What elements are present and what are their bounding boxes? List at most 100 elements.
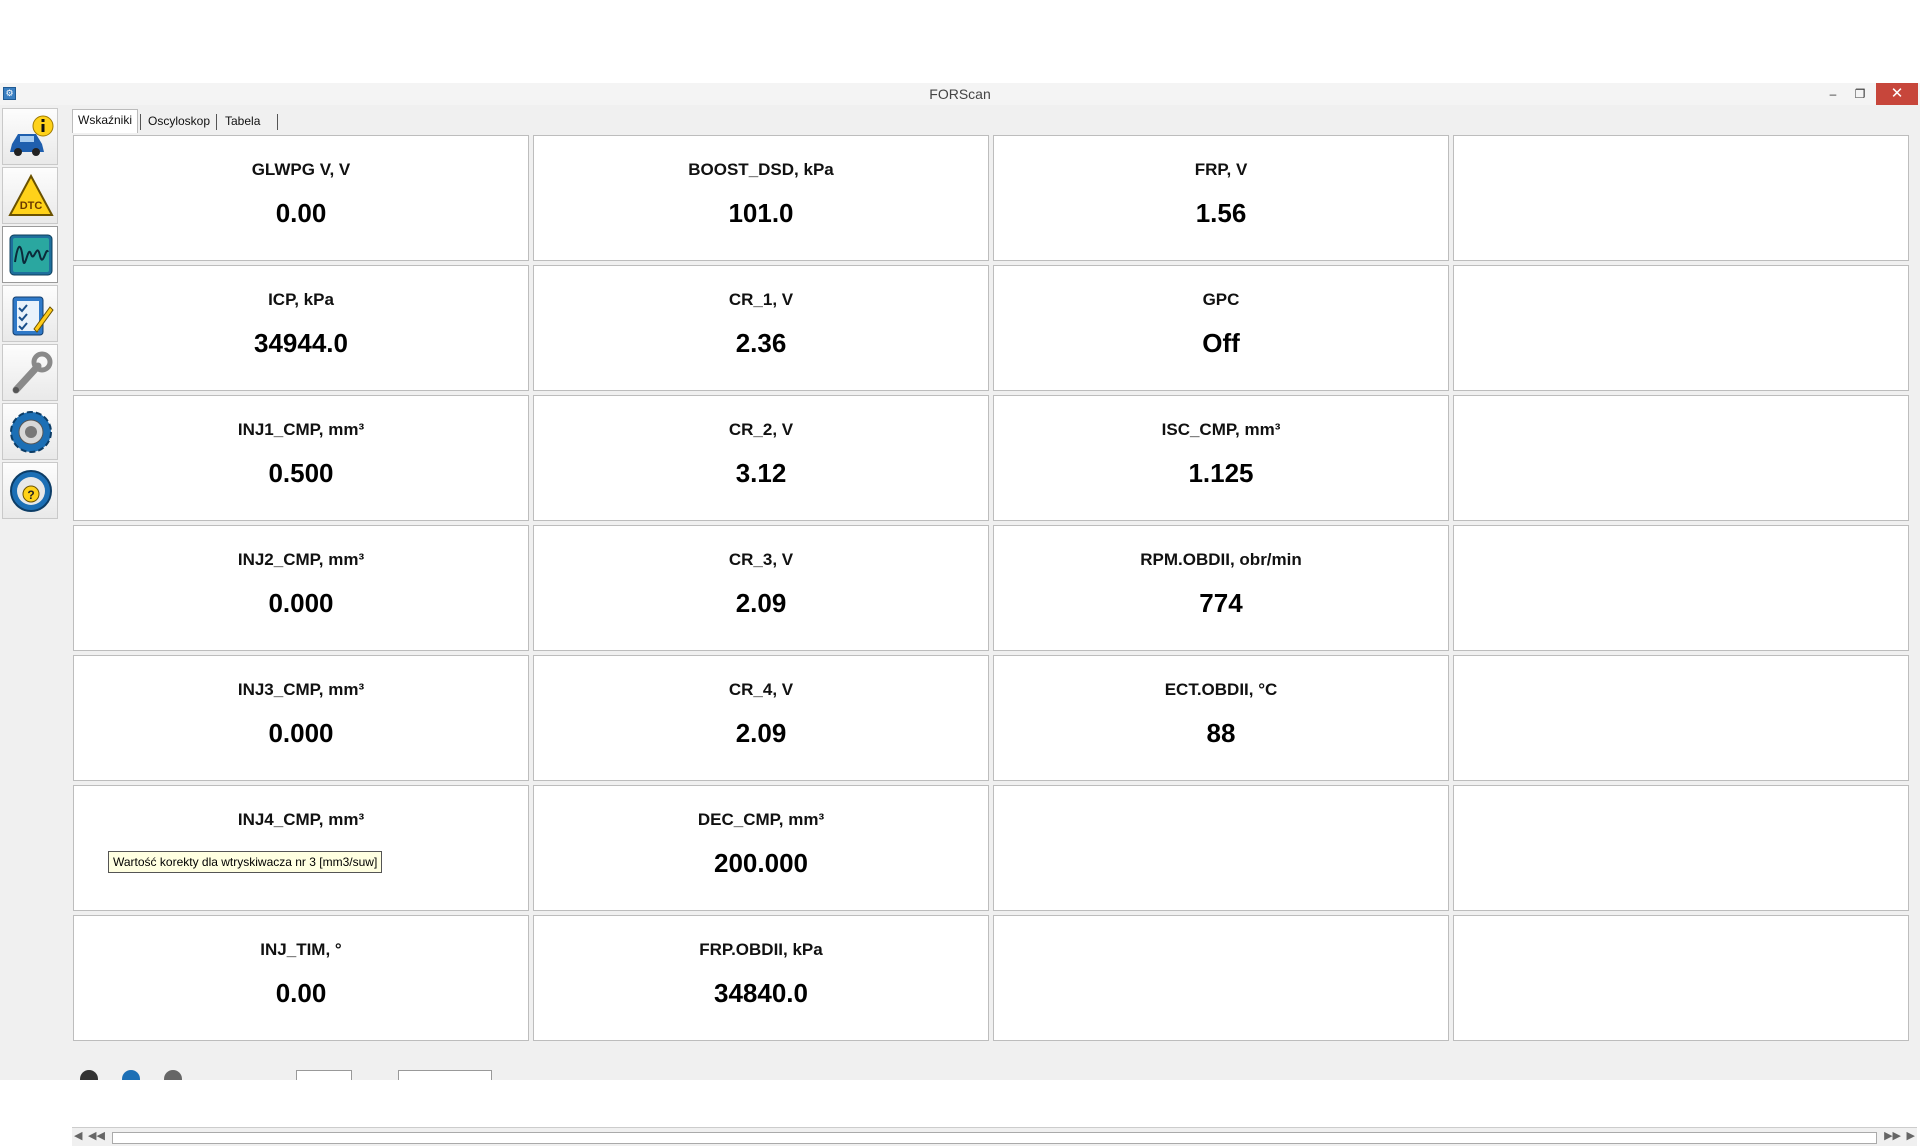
toolbar-field[interactable] bbox=[296, 1070, 352, 1080]
gauge-cell-empty[interactable] bbox=[1453, 135, 1909, 261]
gauge-label: FRP, V bbox=[1194, 160, 1248, 179]
close-button[interactable]: ✕ bbox=[1876, 83, 1918, 105]
tab-tabela[interactable]: Tabela bbox=[220, 111, 265, 131]
gauge-cell-empty[interactable] bbox=[1453, 655, 1909, 781]
gauge-value: 0.00 bbox=[275, 198, 327, 228]
scroll-left-icon[interactable]: ◀ bbox=[74, 1129, 82, 1142]
gauge-value: 101.0 bbox=[728, 198, 794, 228]
gauge-cell-empty[interactable] bbox=[1453, 265, 1909, 391]
sidebar-item-service[interactable] bbox=[2, 344, 58, 401]
bottom-toolbar bbox=[0, 1066, 1920, 1080]
gauge-cell[interactable]: CR_1, V 2.36 bbox=[533, 265, 989, 391]
gauge-cell[interactable]: ECT.OBDII, °C 88 bbox=[993, 655, 1449, 781]
sidebar-item-dtc[interactable]: DTC bbox=[2, 167, 58, 224]
minimize-button[interactable]: – bbox=[1820, 83, 1846, 105]
tab-separator bbox=[140, 114, 141, 130]
dtc-icon: DTC bbox=[8, 173, 54, 216]
connect-icon[interactable] bbox=[80, 1070, 98, 1080]
gauge-cell-empty[interactable] bbox=[1453, 525, 1909, 651]
gauge-cell[interactable]: INJ_TIM, ° 0.00 bbox=[73, 915, 529, 1041]
gauge-label: FRP.OBDII, kPa bbox=[699, 940, 823, 959]
gauge-cell[interactable]: INJ3_CMP, mm³ 0.000 bbox=[73, 655, 529, 781]
gauge-label: CR_3, V bbox=[728, 550, 794, 569]
sidebar-item-checklist[interactable] bbox=[2, 285, 58, 342]
gauge-cell[interactable]: FRP, V 1.56 bbox=[993, 135, 1449, 261]
gauge-label: GPC bbox=[1202, 290, 1240, 309]
gauge-value: 774 bbox=[1199, 588, 1243, 618]
gauge-label: RPM.OBDII, obr/min bbox=[1140, 550, 1302, 569]
settings-icon bbox=[10, 411, 52, 453]
tooltip: Wartość korekty dla wtryskiwacza nr 3 [m… bbox=[108, 851, 383, 873]
gauge-label: INJ2_CMP, mm³ bbox=[237, 550, 365, 569]
tab-wskazniki[interactable]: Wskaźniki bbox=[72, 109, 139, 133]
gauge-label: INJ_TIM, ° bbox=[260, 940, 342, 959]
tab-oscyloskop[interactable]: Oscyloskop bbox=[143, 111, 215, 131]
gauge-cell[interactable]: GPC Off bbox=[993, 265, 1449, 391]
sidebar-item-settings[interactable] bbox=[2, 403, 58, 460]
sidebar-item-help[interactable]: ? bbox=[2, 462, 58, 519]
gauge-cell[interactable]: INJ1_CMP, mm³ 0.500 bbox=[73, 395, 529, 521]
forscan-window: ⚙ FORScan – ❐ ✕ DTC ? Wskaźniki Oscylosk… bbox=[0, 83, 1920, 1146]
gauge-cell[interactable]: CR_2, V 3.12 bbox=[533, 395, 989, 521]
gauge-cell[interactable]: GLWPG V, V 0.00 bbox=[73, 135, 529, 261]
gauge-cell[interactable]: RPM.OBDII, obr/min 774 bbox=[993, 525, 1449, 651]
sidebar-item-oscilloscope[interactable] bbox=[2, 226, 58, 283]
gauge-cell-empty[interactable] bbox=[993, 785, 1449, 911]
gauge-value: 88 bbox=[1206, 718, 1236, 748]
scroll-end-icon[interactable]: ▶▶ bbox=[1884, 1129, 1901, 1142]
sidebar: DTC ? bbox=[0, 105, 60, 1080]
oscilloscope-icon bbox=[9, 234, 53, 276]
horizontal-scrollbar[interactable]: ◀ ◀◀ ▶▶ ▶ bbox=[72, 1127, 1917, 1146]
scroll-track[interactable] bbox=[112, 1132, 1877, 1144]
service-icon bbox=[12, 351, 53, 394]
tab-separator bbox=[277, 114, 278, 130]
gauge-cell-empty[interactable] bbox=[1453, 395, 1909, 521]
gauge-label: ISC_CMP, mm³ bbox=[1161, 420, 1281, 439]
gauge-value: 2.36 bbox=[735, 328, 787, 358]
gauge-cell[interactable]: CR_4, V 2.09 bbox=[533, 655, 989, 781]
gauge-cell[interactable]: INJ2_CMP, mm³ 0.000 bbox=[73, 525, 529, 651]
status-icon[interactable] bbox=[122, 1070, 140, 1080]
gauge-value: 0.000 bbox=[268, 718, 334, 748]
gauge-value: 1.125 bbox=[1188, 458, 1254, 488]
svg-text:?: ? bbox=[27, 488, 34, 502]
gauge-cell[interactable]: DEC_CMP, mm³ 200.000 bbox=[533, 785, 989, 911]
gauge-cell[interactable]: BOOST_DSD, kPa 101.0 bbox=[533, 135, 989, 261]
tab-separator bbox=[216, 114, 217, 130]
gauge-label: DEC_CMP, mm³ bbox=[697, 810, 825, 829]
dtc-text: DTC bbox=[20, 200, 43, 212]
gauge-cell[interactable]: CR_3, V 2.09 bbox=[533, 525, 989, 651]
scroll-start-icon[interactable]: ◀◀ bbox=[88, 1129, 105, 1142]
gauge-label: ECT.OBDII, °C bbox=[1164, 680, 1278, 699]
gauge-label: GLWPG V, V bbox=[251, 160, 351, 179]
gauge-cell[interactable]: ISC_CMP, mm³ 1.125 bbox=[993, 395, 1449, 521]
gauge-label: CR_1, V bbox=[728, 290, 794, 309]
gauge-grid: GLWPG V, V 0.00 BOOST_DSD, kPa 101.0 FRP, … bbox=[73, 135, 1913, 1043]
gauge-value: 34840.0 bbox=[714, 978, 808, 1008]
gauge-label: ICP, kPa bbox=[268, 290, 334, 309]
window-title: FORScan bbox=[929, 86, 991, 102]
restore-button[interactable]: ❐ bbox=[1847, 83, 1873, 105]
help-icon: ? bbox=[10, 470, 52, 512]
gauge-cell-empty[interactable] bbox=[1453, 915, 1909, 1041]
gauge-cell-empty[interactable] bbox=[993, 915, 1449, 1041]
gauge-label: INJ1_CMP, mm³ bbox=[237, 420, 365, 439]
sidebar-item-vehicle-info[interactable] bbox=[2, 108, 58, 165]
gauge-label: BOOST_DSD, kPa bbox=[688, 160, 834, 179]
gear-icon[interactable] bbox=[164, 1070, 182, 1080]
gauge-cell[interactable]: INJ4_CMP, mm³0.125 bbox=[73, 785, 529, 911]
time-field[interactable] bbox=[398, 1070, 492, 1080]
gauge-label: CR_4, V bbox=[728, 680, 794, 699]
gauge-cell[interactable]: ICP, kPa 34944.0 bbox=[73, 265, 529, 391]
gauge-value: 34944.0 bbox=[254, 328, 348, 358]
gauge-value: 200.000 bbox=[714, 848, 808, 878]
scroll-right-icon[interactable]: ▶ bbox=[1907, 1129, 1915, 1142]
gauge-value: 3.12 bbox=[735, 458, 787, 488]
gauge-label: INJ3_CMP, mm³ bbox=[237, 680, 365, 699]
gauge-value: 0.000 bbox=[268, 588, 334, 618]
gauge-cell-empty[interactable] bbox=[1453, 785, 1909, 911]
gauge-value: 1.56 bbox=[1195, 198, 1247, 228]
gauge-cell[interactable]: FRP.OBDII, kPa 34840.0 bbox=[533, 915, 989, 1041]
vehicle-info-icon bbox=[10, 115, 54, 156]
gauge-value: 2.09 bbox=[735, 588, 787, 618]
